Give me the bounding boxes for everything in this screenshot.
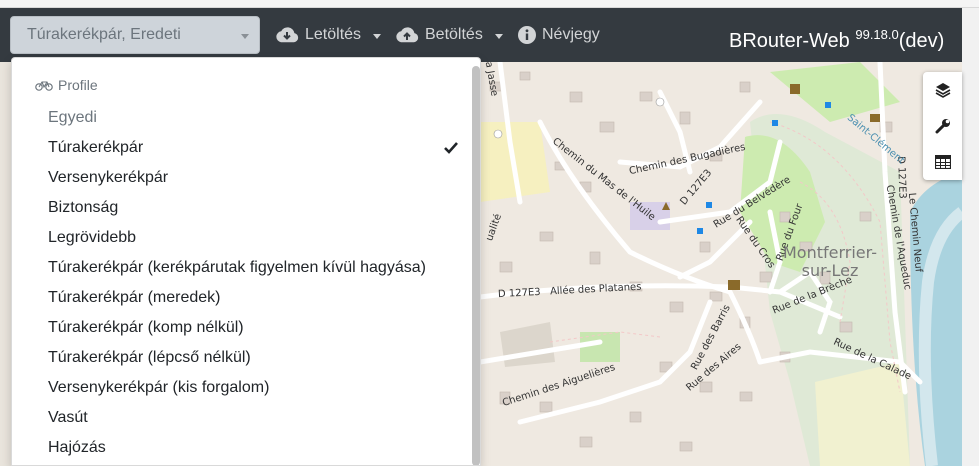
profile-select[interactable]: Túrakerékpár, Eredeti <box>10 16 260 54</box>
bicycle-icon <box>35 80 53 91</box>
profile-option[interactable]: Túrakerékpár (lépcső nélkül) <box>48 343 458 373</box>
dropdown-scrollbar[interactable] <box>472 66 480 465</box>
map-controls <box>923 72 962 180</box>
info-circle-icon <box>518 26 536 44</box>
profile-option[interactable]: Túrakerékpár <box>48 133 458 163</box>
table-icon <box>934 155 951 169</box>
profile-option[interactable]: Versenykerékpár (kis forgalom) <box>48 373 458 403</box>
about-label: Névjegy <box>542 26 600 43</box>
settings-button[interactable] <box>923 108 962 144</box>
profile-option-label: Versenykerékpár (kis forgalom) <box>48 379 270 396</box>
map-view[interactable]: Chemin des Bugadières Chemin du Mas de l… <box>480 62 962 466</box>
profile-option[interactable]: Túrakerékpár (meredek) <box>48 283 458 313</box>
profile-option-label: Túrakerékpár <box>48 139 144 156</box>
download-label: Letöltés <box>305 26 362 43</box>
profile-option-label: Legrövidebb <box>48 229 137 246</box>
profile-option-label: Túrakerékpár (komp nélkül) <box>48 319 244 336</box>
brand-title[interactable]: BRouter-Web 99.18.0(dev) <box>729 20 944 56</box>
profile-option[interactable]: Biztonság <box>48 193 458 223</box>
browser-top-strip <box>0 0 979 8</box>
brand-suffix: (dev) <box>898 30 945 52</box>
cloud-upload-icon <box>396 27 419 43</box>
profile-option[interactable]: Vasút <box>48 403 458 433</box>
wrench-icon <box>935 119 950 134</box>
page-scrollbar[interactable] <box>962 8 979 466</box>
profile-option-label: Túrakerékpár (meredek) <box>48 289 221 306</box>
chevron-down-icon <box>241 34 249 39</box>
profile-dropdown-menu: Profile Egyedi Túrakerékpár Versenykerékpá… <box>11 57 481 466</box>
profile-option[interactable]: Túrakerékpár (kerékpárutak figyelmen kív… <box>48 253 458 283</box>
download-menu[interactable]: Letöltés <box>275 20 382 50</box>
table-button[interactable] <box>923 144 962 180</box>
about-link[interactable]: Névjegy <box>518 20 600 50</box>
layers-icon <box>935 83 950 98</box>
profile-option-label: Biztonság <box>48 199 119 216</box>
checkmark-icon <box>444 142 458 154</box>
caret-down-icon <box>373 33 382 39</box>
map-label-d127e3-b: D 127E3 <box>497 286 541 301</box>
dropdown-header-label: Profile <box>58 77 98 93</box>
brand-name: BRouter-Web <box>729 30 850 52</box>
profile-option[interactable]: Túrakerékpár (komp nélkül) <box>48 313 458 343</box>
brand-version: 99.18.0 <box>855 27 899 42</box>
profile-select-value: Túrakerékpár, Eredeti <box>27 26 181 43</box>
profile-option-label: Túrakerékpár (kerékpárutak figyelmen kív… <box>48 259 426 276</box>
dropdown-header: Profile <box>35 77 98 93</box>
profile-option[interactable]: Legrövidebb <box>48 223 458 253</box>
map-town-label: Montferrier- sur-Lez <box>783 243 877 280</box>
profile-option[interactable]: Versenykerékpár <box>48 163 458 193</box>
upload-menu[interactable]: Betöltés <box>395 20 503 50</box>
profile-option[interactable]: Hajózás <box>48 433 458 463</box>
caret-down-icon <box>494 33 503 39</box>
profile-option[interactable]: Egyedi <box>48 103 458 133</box>
layers-button[interactable] <box>923 72 962 108</box>
profile-option-label: Túrakerékpár (lépcső nélkül) <box>48 349 251 366</box>
upload-label: Betöltés <box>425 26 483 43</box>
profile-option-label: Vasút <box>48 409 88 426</box>
profile-option-label: Versenykerékpár <box>48 169 169 186</box>
profile-option-label: Egyedi <box>48 109 97 126</box>
cloud-download-icon <box>276 27 299 43</box>
profile-option-label: Hajózás <box>48 439 106 456</box>
